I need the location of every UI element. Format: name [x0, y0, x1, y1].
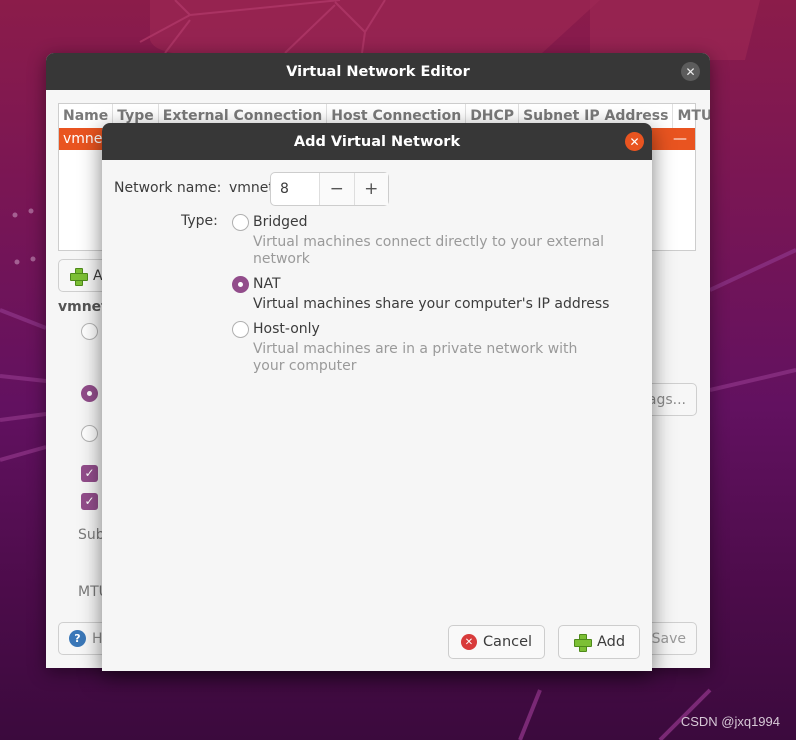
radio-nat[interactable] — [232, 276, 249, 293]
main-close-button[interactable]: ✕ — [681, 62, 700, 81]
dialog-title: Add Virtual Network — [293, 133, 461, 150]
radio-bridged[interactable] — [232, 214, 249, 231]
option-host-only-label[interactable]: Host-only — [253, 321, 320, 337]
vmnet-section-label: vmnet — [58, 299, 108, 315]
row-mtu-cell: — — [673, 131, 687, 147]
watermark: CSDN @jxq1994 — [680, 714, 780, 729]
plus-icon: + — [364, 179, 379, 199]
save-button-label: Save — [651, 630, 686, 647]
main-window-title: Virtual Network Editor — [286, 63, 470, 80]
option-bridged-label[interactable]: Bridged — [253, 214, 308, 230]
bg-radio-bridged[interactable] — [81, 323, 98, 340]
dialog-close-button[interactable]: ✕ — [625, 132, 644, 151]
option-nat-label[interactable]: NAT — [253, 276, 281, 292]
bg-radio-nat[interactable] — [81, 385, 98, 402]
decrement-button[interactable]: − — [319, 173, 354, 205]
minus-icon: − — [329, 179, 344, 199]
subnet-label: Sub — [78, 527, 105, 543]
option-bridged-description: Virtual machines connect directly to you… — [253, 234, 605, 267]
radio-host-only[interactable] — [232, 321, 249, 338]
cancel-button[interactable]: ✕ Cancel — [448, 625, 545, 659]
column-header-mtu[interactable]: MTU — [673, 104, 710, 128]
bg-radio-host-only[interactable] — [81, 425, 98, 442]
close-icon: ✕ — [629, 134, 640, 149]
option-host-only-description: Virtual machines are in a private networ… — [253, 341, 578, 374]
add-button-label: Add — [596, 634, 626, 650]
bg-checkbox-1[interactable]: ✓ — [81, 465, 98, 482]
type-label: Type: — [181, 213, 218, 229]
add-button[interactable]: Add — [558, 625, 640, 659]
help-button-label: H — [92, 630, 103, 647]
network-prefix: vmnet — [229, 180, 274, 196]
network-number-spinner: 8 − + — [270, 172, 389, 206]
dialog-titlebar: Add Virtual Network ✕ — [102, 123, 652, 160]
option-nat-description: Virtual machines share your computer's I… — [253, 296, 610, 312]
settings-button-label: ags... — [647, 391, 686, 408]
help-icon: ? — [69, 630, 86, 647]
plus-icon — [69, 267, 88, 286]
bg-checkbox-2[interactable]: ✓ — [81, 493, 98, 510]
close-icon: ✕ — [685, 64, 696, 79]
plus-icon — [573, 633, 592, 652]
add-virtual-network-dialog: Add Virtual Network ✕ Network name: vmne… — [102, 123, 652, 671]
network-name-label: Network name: — [114, 180, 222, 196]
network-number-input[interactable]: 8 — [271, 173, 319, 205]
cancel-icon: ✕ — [460, 634, 477, 650]
main-titlebar: Virtual Network Editor ✕ — [46, 53, 710, 90]
cancel-button-label: Cancel — [482, 634, 533, 650]
increment-button[interactable]: + — [353, 173, 388, 205]
